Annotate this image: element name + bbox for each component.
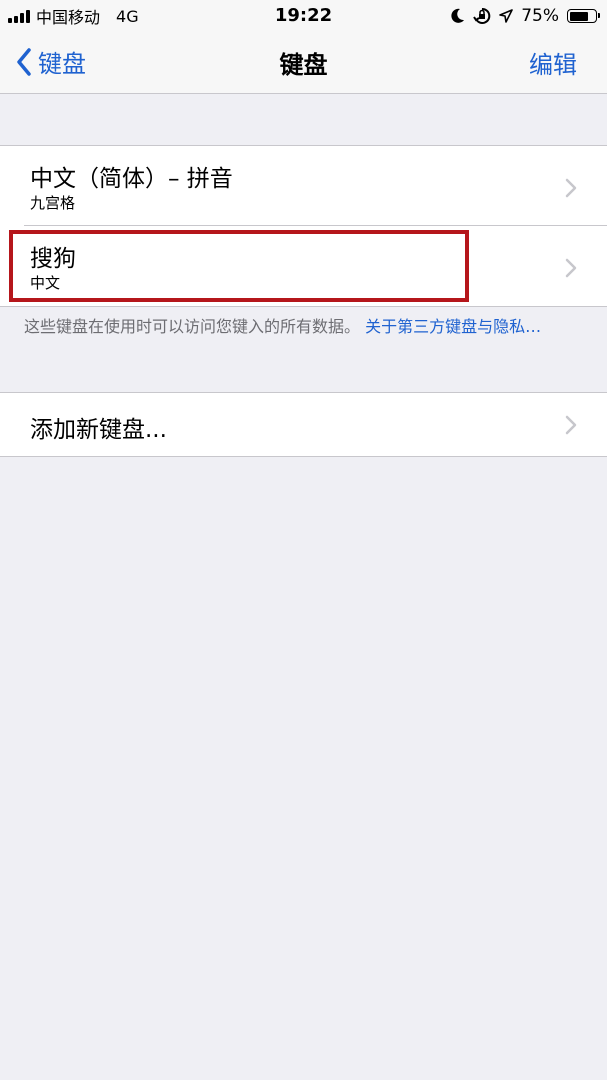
keyboard-subtitle: 中文 bbox=[30, 274, 61, 292]
privacy-note-text: 这些键盘在使用时可以访问您键入的所有数据。 bbox=[24, 317, 361, 336]
privacy-note: 这些键盘在使用时可以访问您键入的所有数据。 关于第三方键盘与隐私… bbox=[24, 316, 584, 338]
keyboard-row-pinyin[interactable]: 中文（简体）– 拼音 九宫格 bbox=[0, 146, 607, 226]
add-keyboard-row[interactable]: 添加新键盘... bbox=[0, 393, 607, 456]
battery-fill bbox=[569, 11, 589, 21]
status-bar: 中国移动 4G 19:22 75% bbox=[0, 0, 607, 32]
keyboard-subtitle: 九宫格 bbox=[30, 194, 76, 212]
keyboard-list: 中文（简体）– 拼音 九宫格 搜狗 中文 bbox=[0, 145, 607, 307]
keyboard-title: 搜狗 bbox=[30, 246, 76, 272]
navigation-bar: 键盘 键盘 编辑 bbox=[0, 32, 607, 94]
location-arrow-icon bbox=[499, 9, 514, 23]
add-keyboard-group: 添加新键盘... bbox=[0, 392, 607, 457]
keyboard-title: 中文（简体）– 拼音 bbox=[30, 166, 233, 192]
chevron-right-icon bbox=[565, 415, 577, 435]
chevron-right-icon bbox=[565, 258, 577, 278]
battery-icon bbox=[567, 9, 600, 23]
rotation-lock-icon bbox=[473, 7, 491, 24]
privacy-link[interactable]: 关于第三方键盘与隐私… bbox=[365, 317, 541, 336]
edit-button[interactable]: 编辑 bbox=[529, 45, 577, 80]
add-keyboard-label: 添加新键盘... bbox=[30, 417, 167, 443]
chevron-right-icon bbox=[565, 178, 577, 198]
keyboard-row-sogou[interactable]: 搜狗 中文 bbox=[0, 226, 607, 306]
battery-percent: 75% bbox=[521, 6, 559, 26]
page-title: 键盘 bbox=[279, 51, 328, 79]
moon-icon bbox=[451, 8, 465, 23]
status-right: 75% bbox=[451, 5, 600, 27]
